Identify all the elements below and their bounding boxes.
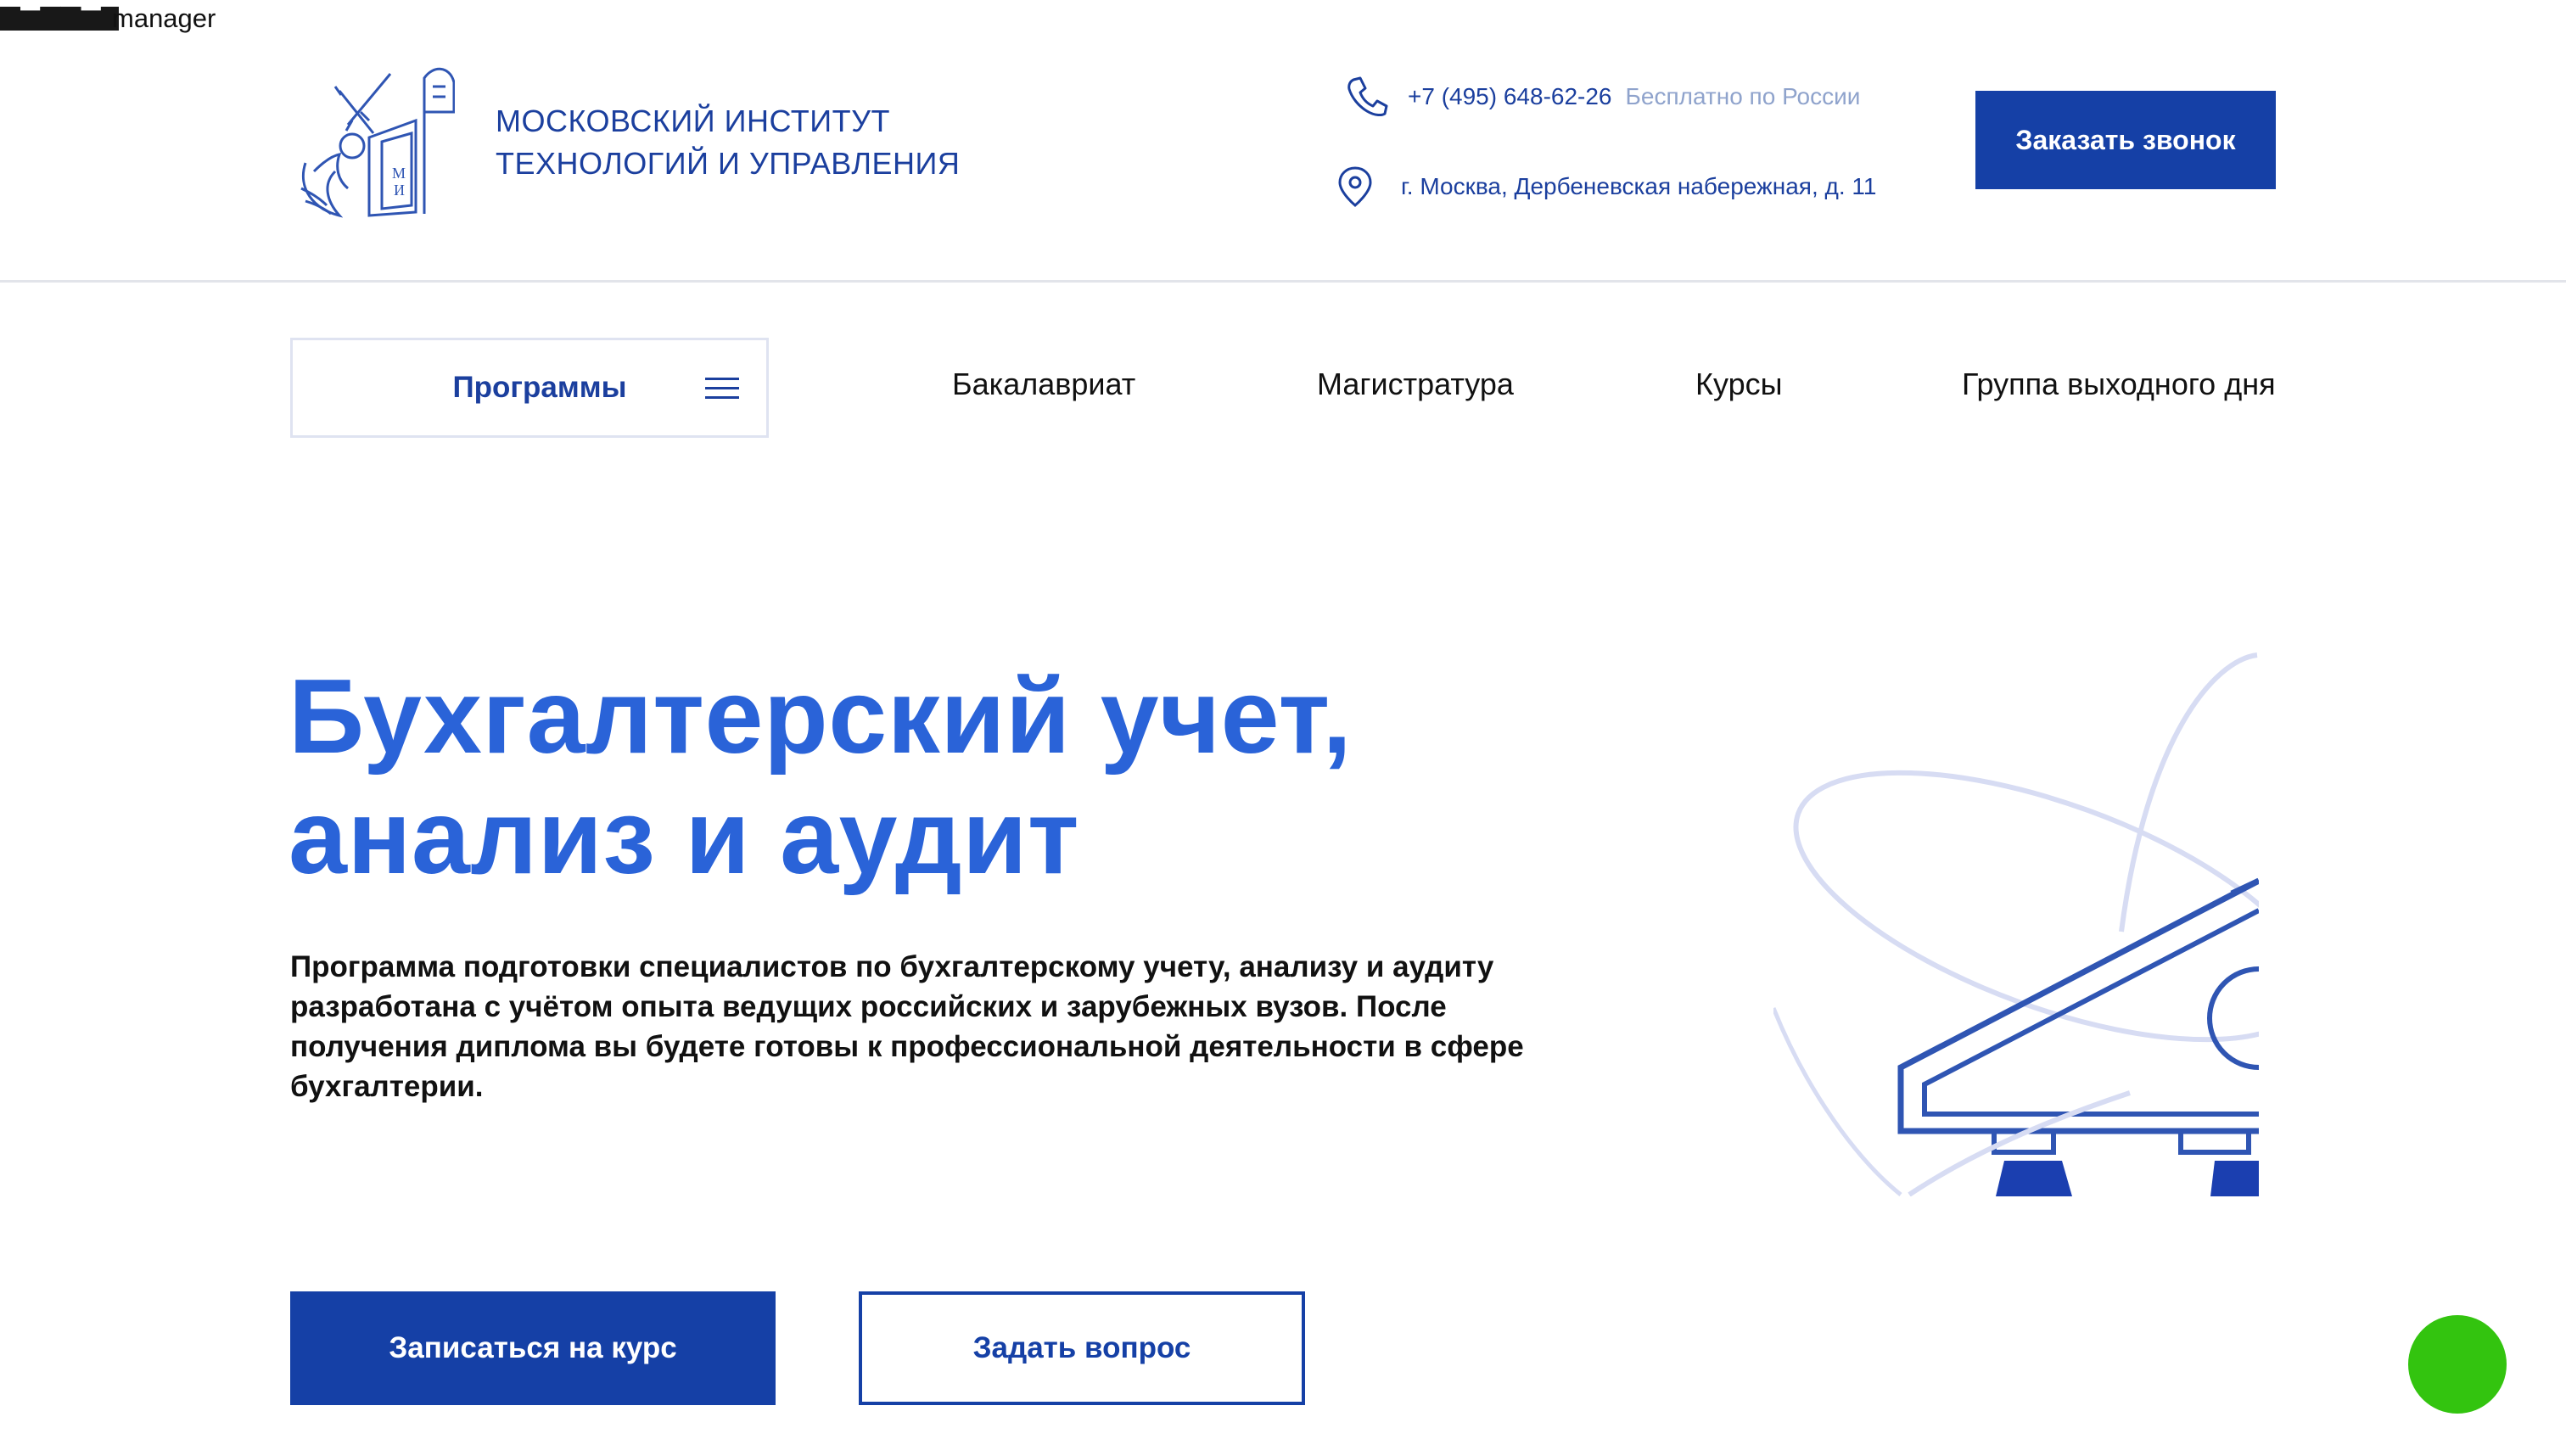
- hero-title-line2: анализ и аудит: [289, 779, 1080, 896]
- ask-question-button[interactable]: Задать вопрос: [859, 1291, 1305, 1405]
- nav-link-bachelor[interactable]: Бакалавриат: [952, 367, 1135, 402]
- phone-note: Бесплатно по России: [1625, 83, 1861, 109]
- chat-bubble-icon[interactable]: [2408, 1315, 2507, 1414]
- nav-link-courses[interactable]: Курсы: [1695, 367, 1782, 402]
- enroll-button[interactable]: Записаться на курс: [290, 1291, 776, 1405]
- location-pin-icon: [1338, 166, 1372, 207]
- menu-burger-icon: [705, 378, 739, 399]
- programs-menu-label: Программы: [452, 371, 627, 404]
- hero-title-line1: Бухгалтерский учет,: [289, 658, 1353, 776]
- monument-illustration-icon: [1773, 652, 2259, 1196]
- nav-link-master[interactable]: Магистратура: [1317, 367, 1514, 402]
- address-text: г. Москва, Дербеневская набережная, д. 1…: [1401, 173, 1877, 199]
- logo-letter-m: М: [392, 165, 406, 182]
- phone-number[interactable]: +7 (495) 648-62-26: [1408, 83, 1612, 110]
- institute-name-line1: МОСКОВСКИЙ ИНСТИТУТ: [496, 104, 890, 138]
- site-header: М И МОСКОВСКИЙ ИНСТИТУТ ТЕХНОЛОГИЙ И УПР…: [0, 0, 2566, 283]
- programs-menu-button[interactable]: Программы: [290, 338, 769, 438]
- nav-link-weekend-group[interactable]: Группа выходного дня: [1962, 367, 2276, 402]
- hero-title: Бухгалтерский учет, анализ и аудит: [289, 657, 1476, 898]
- logo-letter-i: И: [394, 182, 405, 199]
- hero-description: Программа подготовки специалистов по бух…: [290, 950, 1524, 1103]
- phone-contact: +7 (495) 648-62-26 Бесплатно по России: [1345, 73, 1860, 120]
- order-call-button[interactable]: Заказать звонок: [1975, 91, 2276, 189]
- address-contact: г. Москва, Дербеневская набережная, д. 1…: [1336, 163, 1877, 210]
- institute-name[interactable]: МОСКОВСКИЙ ИНСТИТУТ ТЕХНОЛОГИЙ И УПРАВЛЕ…: [496, 100, 960, 185]
- phone-icon: [1347, 76, 1388, 117]
- logo-emblem-icon[interactable]: М И: [289, 61, 455, 221]
- institute-name-line2: ТЕХНОЛОГИЙ И УПРАВЛЕНИЯ: [496, 146, 961, 181]
